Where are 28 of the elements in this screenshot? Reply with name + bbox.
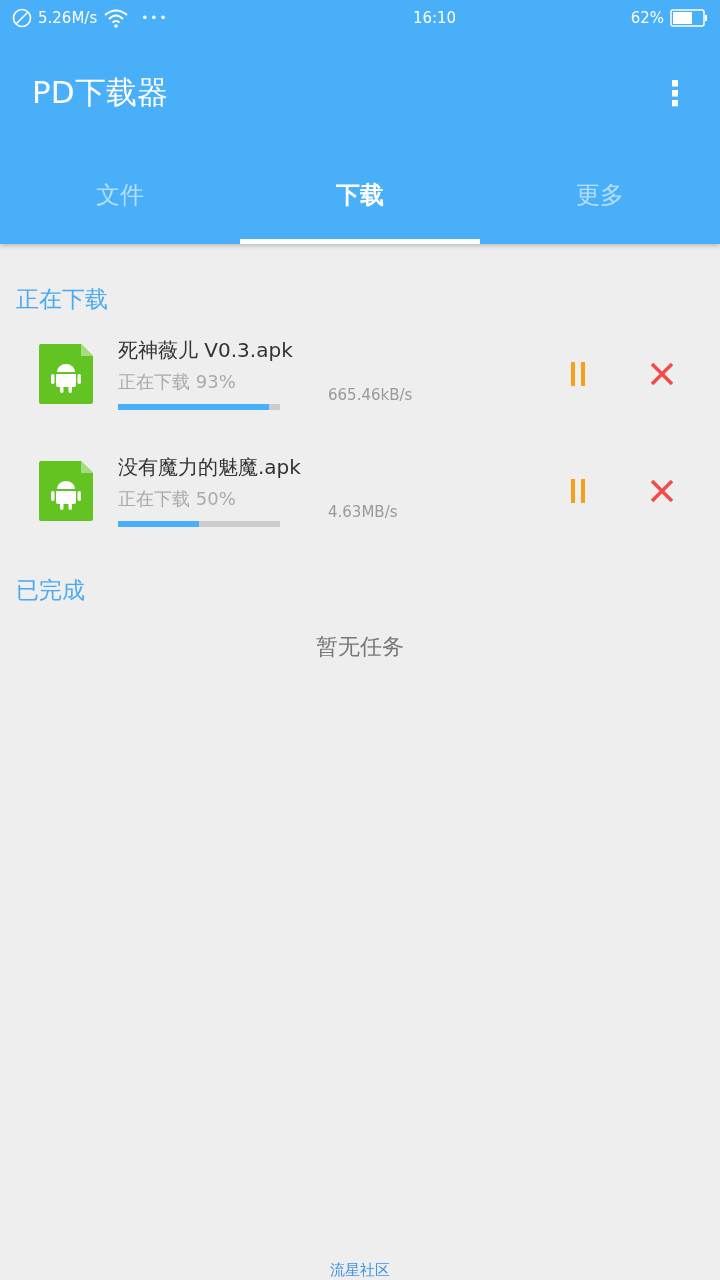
more-notifications: ••• — [141, 11, 169, 25]
empty-message: 暂无任务 — [316, 633, 404, 661]
footer-link[interactable]: 流星社区 — [330, 1261, 390, 1280]
pause-icon[interactable] — [570, 478, 586, 503]
download-speed: 4.63MB/s — [328, 503, 398, 521]
blocked-icon — [12, 8, 32, 28]
download-status: 正在下载 50% — [118, 487, 237, 511]
android-file-icon — [39, 343, 93, 404]
tab[interactable]: 更多 — [480, 150, 720, 244]
download-status: 正在下载 93% — [118, 370, 237, 394]
battery-icon — [670, 9, 708, 27]
network-speed: 5.26M/s — [38, 9, 98, 27]
clock: 16:10 — [411, 9, 457, 27]
tab[interactable]: 下载 — [240, 150, 480, 244]
close-icon[interactable] — [650, 361, 674, 386]
wifi-icon — [103, 7, 130, 29]
battery-percent: 62% — [630, 9, 664, 27]
app-title: PD下载器 — [32, 73, 168, 112]
section-heading: 已完成 — [16, 576, 85, 605]
file-name: 死神薇儿 V0.3.apk — [118, 337, 294, 364]
pause-icon[interactable] — [570, 361, 586, 386]
tab[interactable]: 文件 — [0, 150, 240, 244]
menu-button[interactable]: ⋮ — [654, 73, 696, 113]
section-heading: 正在下载 — [16, 285, 108, 314]
close-icon[interactable] — [650, 478, 674, 503]
android-file-icon — [39, 460, 93, 521]
file-name: 没有魔力的魅魔.apk — [118, 454, 302, 481]
download-speed: 665.46kB/s — [328, 386, 413, 404]
